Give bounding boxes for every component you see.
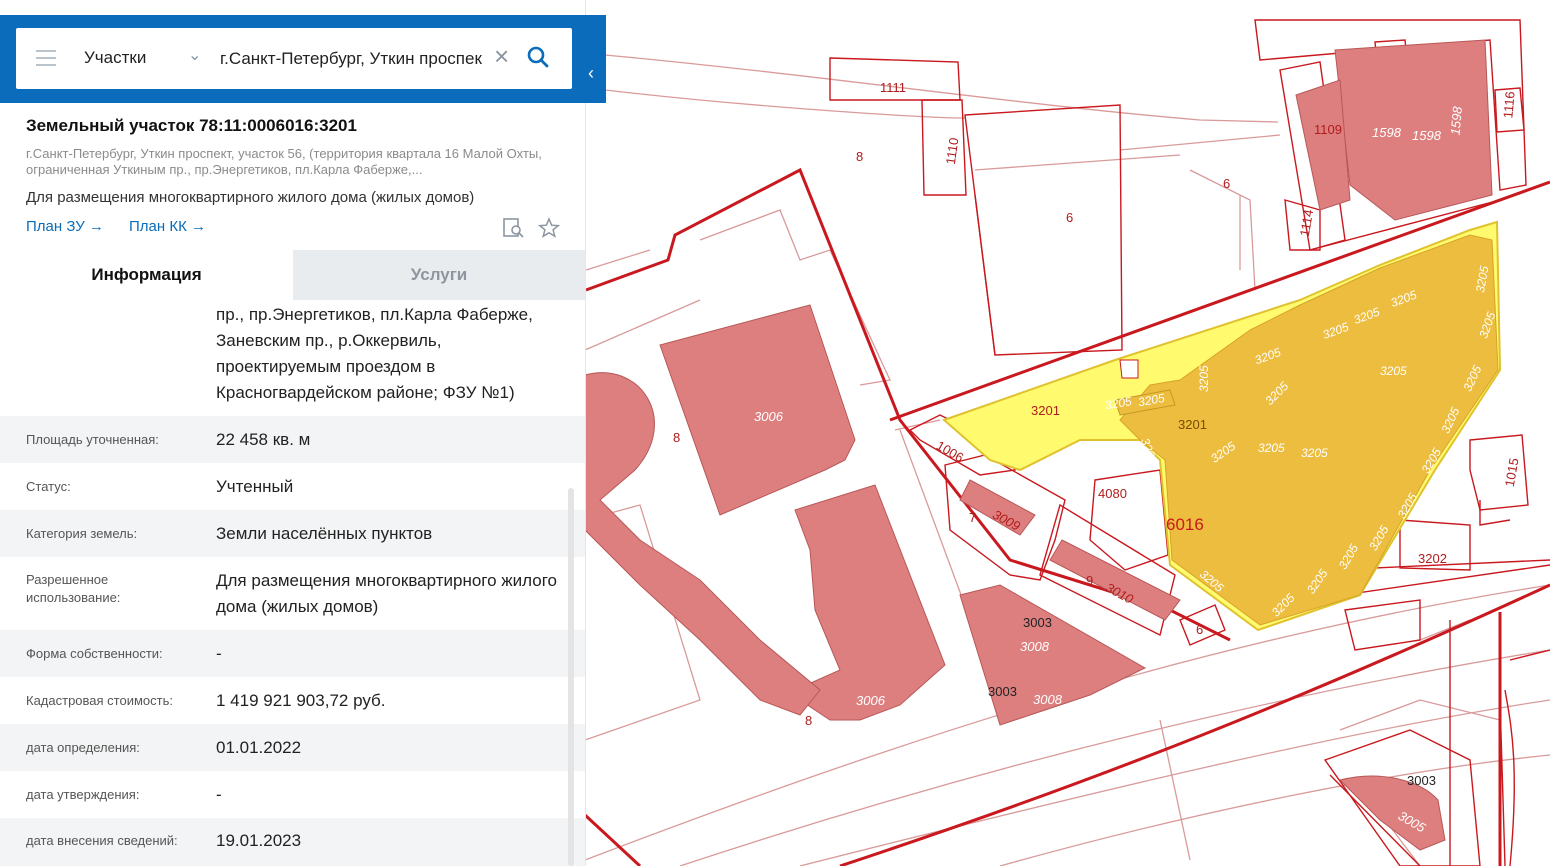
map-label: 1598 xyxy=(1448,105,1466,136)
map-label: 6 xyxy=(1196,622,1203,637)
table-row: Категория земель: Земли населённых пункт… xyxy=(0,510,585,557)
map-label: 3205 xyxy=(1380,364,1407,378)
map-label: 9 xyxy=(1086,573,1093,588)
row-value: - xyxy=(216,785,222,804)
row-label: Форма собственности: xyxy=(26,646,163,661)
table-row: Кадастровая стоимость: 1 419 921 903,72 … xyxy=(0,677,585,724)
star-icon[interactable] xyxy=(538,217,560,239)
table-row: дата внесения сведений: 19.01.2023 xyxy=(0,818,585,866)
map-label: 6 xyxy=(1223,176,1230,191)
map-label: 3008 xyxy=(1020,639,1050,654)
panel-tabs: Информация Услуги xyxy=(0,250,585,300)
parcel-title: Земельный участок 78:11:0006016:3201 xyxy=(26,116,357,135)
map-label: 8 xyxy=(856,149,863,164)
row-value: Учтенный xyxy=(216,477,294,496)
table-row: Форма собственности: - xyxy=(0,630,585,677)
close-icon[interactable]: × xyxy=(494,42,509,70)
search-box: Участки ⌄ × xyxy=(16,28,572,89)
row-label: Статус: xyxy=(26,479,71,494)
map-label: 1109 xyxy=(1314,122,1342,137)
row-value: Для размещения многоквартирного жилого д… xyxy=(216,571,558,616)
layer-select[interactable]: Участки xyxy=(84,48,146,68)
map-label: 3003 xyxy=(1407,773,1436,788)
map-label: 4080 xyxy=(1098,486,1127,501)
tab-information[interactable]: Информация xyxy=(0,250,293,300)
map-label: 3008 xyxy=(1033,692,1063,707)
row-label: Кадастровая стоимость: xyxy=(26,693,173,708)
tab-services[interactable]: Услуги xyxy=(293,250,585,300)
map-label: 1598 xyxy=(1372,125,1402,140)
table-row: Площадь уточненная: 22 458 кв. м xyxy=(0,416,585,463)
map-label: 3006 xyxy=(754,409,784,424)
map-label: 3205 xyxy=(1258,441,1285,455)
row-label: Категория земель: xyxy=(26,526,138,541)
small-parcel xyxy=(1119,359,1139,379)
row-label: Площадь уточненная: xyxy=(26,432,159,447)
row-label: дата определения: xyxy=(26,740,140,755)
row-value: 01.01.2022 xyxy=(216,738,302,757)
map-label: 1111 xyxy=(880,80,906,95)
map-label: 3202 xyxy=(1418,551,1447,566)
map-label: 3201 xyxy=(1031,403,1060,418)
map-label: 3003 xyxy=(1023,615,1052,630)
row-value: 1 419 921 903,72 руб. xyxy=(216,691,386,710)
parcel-address: г.Санкт-Петербург, Уткин проспект, участ… xyxy=(26,146,542,177)
map-label: 7 xyxy=(969,510,976,525)
row-value: 19.01.2023 xyxy=(216,831,302,850)
row-value: - xyxy=(216,644,222,663)
map-label: 3006 xyxy=(856,693,886,708)
map-label: 8 xyxy=(673,430,680,445)
table-row: Статус: Учтенный xyxy=(0,463,585,510)
map-label: 3205 xyxy=(1301,446,1328,460)
doc-search-icon[interactable] xyxy=(502,217,524,239)
search-icon[interactable] xyxy=(526,45,550,69)
map-label: 1116 xyxy=(1500,91,1517,119)
table-row: дата утверждения: - xyxy=(0,771,585,818)
info-panel: Земельный участок 78:11:0006016:3201 г.С… xyxy=(0,0,586,866)
map-label: 6 xyxy=(1066,210,1073,225)
table-row: дата определения: 01.01.2022 xyxy=(0,724,585,771)
row-value: 22 458 кв. м xyxy=(216,430,311,449)
row-value: Земли населённых пунктов xyxy=(216,524,433,543)
search-input[interactable] xyxy=(220,42,482,76)
address-row: пр., пр.Энергетиков, пл.Карла Фаберже, З… xyxy=(0,300,585,416)
address-continued: пр., пр.Энергетиков, пл.Карла Фаберже, З… xyxy=(216,305,533,402)
row-label: Разрешенное использование: xyxy=(26,572,121,605)
map-label: 8 xyxy=(805,713,812,728)
parcel-usage: Для размещения многоквартирного жилого д… xyxy=(26,189,475,206)
map-label: 3003 xyxy=(988,684,1017,699)
chevron-down-icon[interactable]: ⌄ xyxy=(188,45,201,65)
row-label: дата утверждения: xyxy=(26,787,140,802)
map-label: 1598 xyxy=(1412,128,1442,143)
collapse-panel-icon[interactable]: ‹ xyxy=(588,63,594,84)
plan-kk-link[interactable]: План КК → xyxy=(129,218,206,235)
table-row: Разрешенное использование: Для размещени… xyxy=(0,557,585,630)
map-label: 6016 xyxy=(1166,515,1204,534)
plan-zu-link[interactable]: План ЗУ → xyxy=(26,218,104,235)
map-label: 3205 xyxy=(1197,365,1211,392)
panel-scrollbar[interactable] xyxy=(568,488,574,866)
map-label: 3201 xyxy=(1178,417,1207,432)
menu-icon[interactable] xyxy=(36,50,56,66)
row-label: дата внесения сведений: xyxy=(26,833,178,848)
search-header: Участки ⌄ × ‹ xyxy=(0,15,606,103)
